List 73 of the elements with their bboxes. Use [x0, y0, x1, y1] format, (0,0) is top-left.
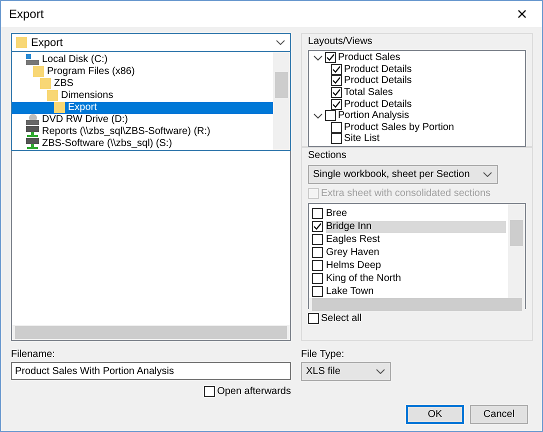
checkbox[interactable]: [312, 286, 323, 297]
checkbox-label: Open afterwards: [217, 386, 291, 397]
folder-option[interactable]: DVD RW Drive (D:): [12, 114, 273, 126]
close-button[interactable]: ×: [502, 1, 542, 27]
checkbox[interactable]: [331, 75, 342, 86]
field-label: Filename:: [11, 349, 56, 360]
folder-option[interactable]: Local Disk (C:): [12, 53, 273, 66]
folder-option[interactable]: Reports (\\zbs_sql\ZBS-Software) (R:): [12, 126, 273, 138]
section-item[interactable]: Eagles Rest: [326, 234, 506, 246]
sections-mode-combo[interactable]: Single workbook, sheet per Section: [308, 165, 498, 184]
checkbox[interactable]: [331, 98, 342, 110]
window-title: Export: [9, 7, 44, 21]
filename-field[interactable]: Product Sales With Portion Analysis: [11, 362, 291, 380]
folder-option[interactable]: Export: [12, 102, 273, 114]
folder-icon: [54, 102, 65, 114]
checkbox[interactable]: [331, 133, 342, 144]
network-drive-icon: [26, 138, 39, 150]
checkbox[interactable]: [308, 313, 319, 324]
section-item[interactable]: Lake Town: [326, 286, 506, 298]
group-label: Layouts/Views: [308, 36, 374, 47]
folder-icon: [33, 66, 44, 77]
checkbox[interactable]: [312, 247, 323, 258]
tree-item[interactable]: Total Sales: [344, 87, 393, 98]
vertical-scrollbar[interactable]: [273, 52, 290, 150]
folder-combo[interactable]: Export: [11, 33, 291, 52]
chevron-icon[interactable]: [313, 52, 323, 63]
checkbox[interactable]: [312, 273, 323, 284]
dialog-button[interactable]: Cancel: [470, 405, 528, 424]
section-item[interactable]: Bree: [326, 208, 506, 220]
checkbox[interactable]: [325, 110, 336, 122]
checkbox[interactable]: [331, 122, 342, 133]
horizontal-scrollbar[interactable]: [309, 298, 525, 311]
field-label: File Type:: [301, 349, 346, 360]
chevron-icon[interactable]: [313, 110, 323, 121]
drive-icon: [26, 54, 39, 65]
section-item[interactable]: Helms Deep: [326, 260, 506, 272]
section-item[interactable]: King of the North: [326, 272, 506, 284]
folder-icon: [16, 37, 27, 48]
tree-item[interactable]: Product Details: [344, 64, 412, 75]
group-label: Sections: [308, 150, 348, 161]
folder-option[interactable]: Program Files (x86): [12, 65, 273, 78]
checkbox-label: Select all: [321, 313, 362, 324]
tree-item[interactable]: Site List: [344, 133, 380, 144]
folder-icon: [40, 78, 51, 89]
tree-item[interactable]: Portion Analysis: [338, 110, 410, 122]
network-drive-icon: [26, 126, 39, 138]
horizontal-scrollbar[interactable]: [12, 325, 290, 340]
checkbox[interactable]: [331, 87, 342, 98]
folder-option[interactable]: ZBS-Software (\\zbs_sql) (S:): [12, 138, 273, 150]
vertical-scrollbar[interactable]: [508, 204, 525, 298]
file-type-combo[interactable]: XLS file: [301, 362, 391, 381]
checkbox-label: Extra sheet with consolidated sections: [321, 188, 491, 199]
section-item[interactable]: Bridge Inn: [326, 220, 506, 232]
caret-icon: [483, 172, 492, 177]
checkbox[interactable]: [312, 221, 323, 232]
dialog-button[interactable]: OK: [406, 405, 464, 424]
tree-item[interactable]: Product Sales: [338, 52, 400, 64]
checkbox[interactable]: [312, 208, 323, 219]
checkbox[interactable]: [325, 52, 336, 64]
dvd-drive-icon: [26, 114, 39, 126]
folder-icon: [47, 90, 58, 101]
caret-icon: [276, 40, 285, 45]
section-item[interactable]: Grey Haven: [326, 246, 506, 258]
tree-item[interactable]: Product Sales by Portion: [344, 122, 454, 133]
checkbox[interactable]: [204, 386, 216, 397]
caret-icon: [376, 369, 385, 374]
folder-option[interactable]: Dimensions: [12, 89, 273, 102]
tree-item[interactable]: Product Details: [344, 98, 412, 110]
checkbox[interactable]: [331, 64, 342, 75]
tree-item[interactable]: Product Details: [344, 75, 412, 86]
checkbox[interactable]: [312, 234, 323, 245]
folder-option[interactable]: ZBS: [12, 77, 273, 90]
checkbox[interactable]: [312, 260, 323, 271]
